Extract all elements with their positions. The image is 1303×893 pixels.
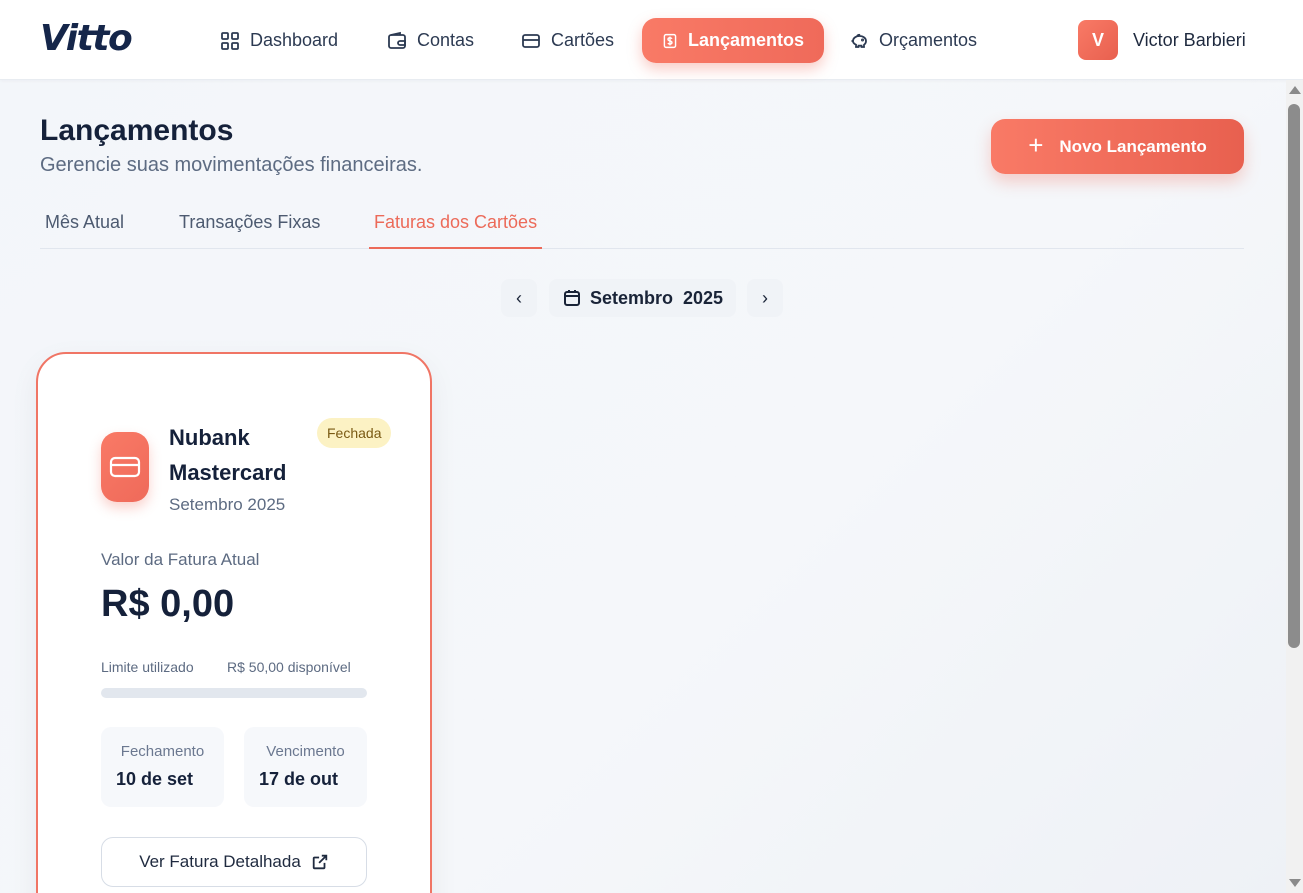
closing-value: 10 de set [116, 769, 194, 789]
new-transaction-button[interactable]: + Novo Lançamento [991, 119, 1244, 174]
grid-icon [221, 31, 239, 50]
limit-available: R$ 50,00 disponível [227, 659, 351, 675]
limit-progress-bar [101, 688, 367, 698]
detail-button-label: Ver Fatura Detalhada [139, 852, 301, 871]
due-date-box: Vencimento 17 de out [244, 727, 367, 807]
piggy-bank-icon [851, 33, 867, 48]
status-badge: Fechada [317, 418, 392, 448]
vertical-scrollbar[interactable] [1286, 80, 1303, 893]
nav-item-label: Orçamentos [879, 30, 978, 50]
user-menu[interactable]: V Victor Barbieri [1078, 20, 1246, 60]
closing-title: Fechamento [120, 743, 205, 760]
calendar-icon [563, 290, 580, 306]
nav-item-cartoes[interactable]: Cartões [501, 18, 634, 63]
due-title: Vencimento [266, 743, 345, 760]
limit-used-label: Limite utilizado [101, 659, 194, 675]
view-detailed-invoice-button[interactable]: Ver Fatura Detalhada [101, 837, 367, 887]
card-name: Nubank Mastercard [169, 425, 287, 485]
due-value: 17 de out [259, 769, 339, 789]
avatar[interactable]: V [1078, 20, 1118, 60]
nav-item-lancamentos[interactable]: Lançamentos [642, 18, 824, 63]
chevron-right-icon: › [762, 287, 768, 308]
nav-item-label: Cartões [551, 30, 615, 50]
scroll-up-arrow-icon[interactable] [1289, 86, 1301, 94]
page-title: Lançamentos [40, 114, 234, 147]
user-name: Victor Barbieri [1133, 29, 1246, 50]
scroll-thumb[interactable] [1288, 104, 1300, 648]
credit-card-icon [109, 456, 141, 478]
month-selector[interactable]: Setembro 2025 [549, 279, 736, 317]
previous-month-button[interactable]: ‹ [501, 279, 537, 317]
tab-mes-atual[interactable]: Mês Atual [40, 212, 129, 249]
top-navigation: Vitto Dashboard Contas Cartões Lançament… [0, 0, 1303, 80]
card-period: Setembro 2025 [169, 495, 286, 514]
wallet-icon [388, 31, 406, 49]
plus-icon: + [1028, 130, 1044, 160]
next-month-button[interactable]: › [747, 279, 783, 317]
nav-item-label: Contas [417, 30, 475, 50]
closing-date-box: Fechamento 10 de set [101, 727, 224, 807]
new-transaction-label: Novo Lançamento [1059, 136, 1207, 156]
tab-faturas-cartoes[interactable]: Faturas dos Cartões [369, 212, 543, 249]
external-link-icon [312, 854, 327, 870]
tab-bar: Mês Atual Transações Fixas Faturas dos C… [40, 200, 1244, 249]
invoice-card: Nubank Mastercard Setembro 2025 Fechada … [36, 352, 432, 893]
nav-item-label: Dashboard [250, 30, 339, 50]
credit-card-icon [522, 33, 540, 48]
month-label: Setembro 2025 [589, 287, 724, 308]
invoice-amount: R$ 0,00 [101, 583, 235, 625]
chevron-left-icon: ‹ [516, 287, 522, 308]
card-icon-tile [101, 432, 149, 502]
nav-item-orcamentos[interactable]: Orçamentos [829, 18, 997, 63]
nav-item-dashboard[interactable]: Dashboard [200, 18, 358, 63]
dollar-icon [663, 33, 677, 48]
scroll-down-arrow-icon[interactable] [1289, 879, 1301, 887]
nav-item-label: Lançamentos [687, 30, 804, 50]
page-subtitle: Gerencie suas movimentações financeiras. [40, 154, 423, 176]
tab-transacoes-fixas[interactable]: Transações Fixas [174, 212, 325, 249]
current-invoice-label: Valor da Fatura Atual [101, 550, 260, 569]
app-logo[interactable]: Vitto [40, 18, 133, 59]
nav-item-contas[interactable]: Contas [367, 18, 494, 63]
